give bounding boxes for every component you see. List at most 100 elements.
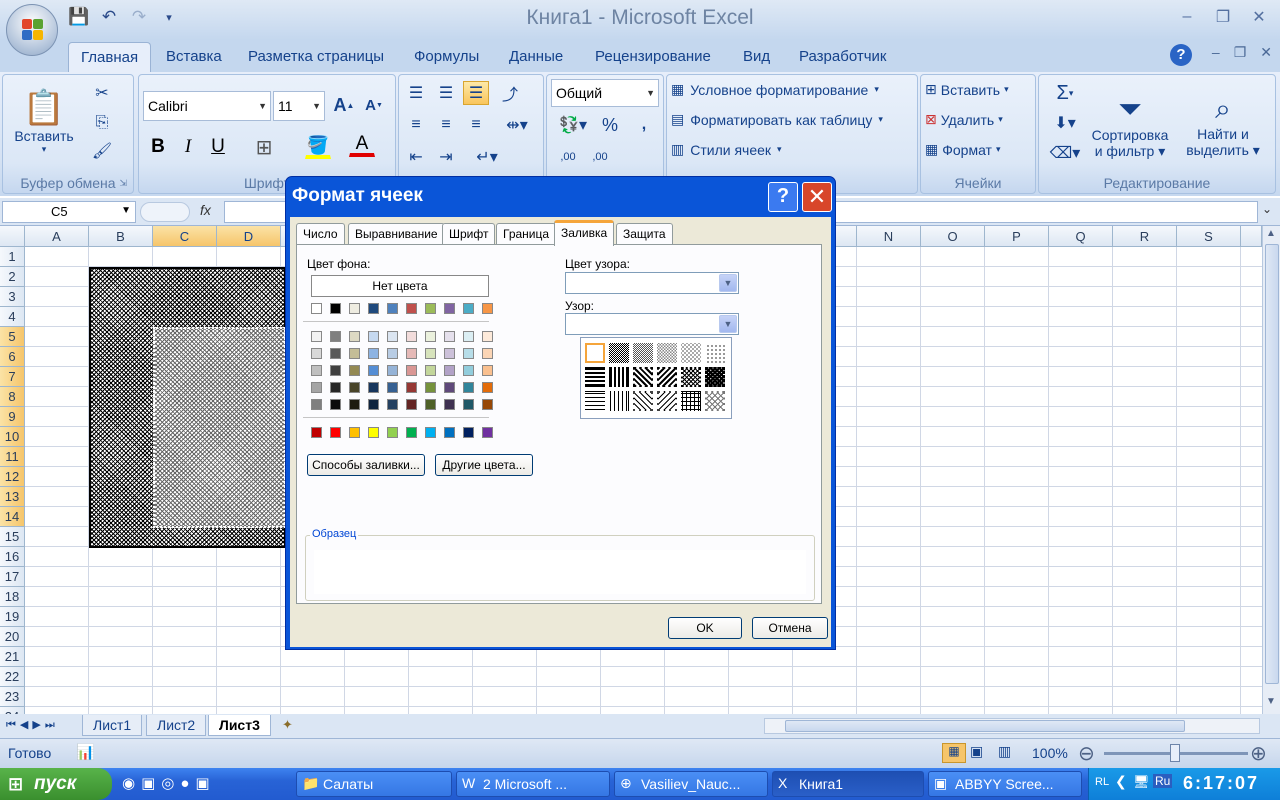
start-button[interactable]: ⊞ пуск: [0, 768, 112, 800]
dialog-tab-alignment[interactable]: Выравнивание: [348, 223, 445, 245]
color-swatch[interactable]: [425, 331, 436, 342]
col-header[interactable]: S: [1177, 226, 1241, 247]
dialog-tab-fill[interactable]: Заливка: [554, 220, 615, 246]
color-swatch[interactable]: [444, 399, 455, 410]
format-as-table-button[interactable]: ▤ Форматировать как таблицу ▾: [671, 111, 883, 128]
color-swatch[interactable]: [482, 365, 493, 376]
color-swatch[interactable]: [406, 348, 417, 359]
cancel-button[interactable]: Отмена: [752, 617, 828, 639]
color-swatch[interactable]: [444, 331, 455, 342]
align-right-icon[interactable]: ≡: [463, 113, 489, 137]
quick-launch-icons[interactable]: ◉▣◎●▣: [122, 774, 216, 792]
restore-icon[interactable]: ❐: [1210, 6, 1236, 28]
color-swatch[interactable]: [311, 365, 322, 376]
color-swatch[interactable]: [463, 382, 474, 393]
color-swatch[interactable]: [368, 382, 379, 393]
normal-view-icon[interactable]: ▦: [942, 743, 966, 763]
standard-color-swatch[interactable]: [444, 427, 455, 438]
color-swatch[interactable]: [463, 348, 474, 359]
color-swatch[interactable]: [349, 382, 360, 393]
redo-icon[interactable]: ↷: [126, 5, 152, 29]
tray-arrow-icon[interactable]: ❮: [1115, 773, 1127, 790]
color-swatch[interactable]: [330, 331, 341, 342]
scroll-thumb[interactable]: [1265, 244, 1279, 684]
shrink-font-icon[interactable]: A ▼: [361, 93, 387, 117]
pattern-50-gray[interactable]: [633, 343, 653, 363]
color-swatch[interactable]: [311, 399, 322, 410]
zoom-slider-thumb[interactable]: [1170, 744, 1180, 762]
color-swatch[interactable]: [406, 331, 417, 342]
undo-icon[interactable]: ↶: [96, 5, 122, 29]
col-header[interactable]: D: [217, 226, 281, 247]
row-header[interactable]: 2: [0, 267, 25, 287]
pattern-25-gray[interactable]: [657, 343, 677, 363]
row-header[interactable]: 14: [0, 507, 25, 527]
color-swatch[interactable]: [349, 303, 360, 314]
color-swatch[interactable]: [330, 303, 341, 314]
clear-icon[interactable]: ⌫▾: [1045, 141, 1085, 165]
scroll-down-icon[interactable]: ▼: [1266, 696, 1276, 707]
color-swatch[interactable]: [330, 382, 341, 393]
task-item[interactable]: W2 Microsoft ...: [456, 771, 610, 797]
row-header[interactable]: 15: [0, 527, 25, 547]
color-swatch[interactable]: [425, 382, 436, 393]
format-painter-icon[interactable]: 🖌: [89, 139, 115, 163]
color-swatch[interactable]: [330, 348, 341, 359]
row-header[interactable]: 6: [0, 347, 25, 367]
help-icon[interactable]: ?: [1170, 44, 1192, 66]
align-middle-icon[interactable]: ☰: [433, 81, 459, 105]
color-swatch[interactable]: [349, 399, 360, 410]
fill-effects-button[interactable]: Способы заливки...: [307, 454, 425, 476]
number-format-combo[interactable]: Общий ▼: [551, 79, 659, 107]
color-swatch[interactable]: [349, 331, 360, 342]
color-swatch[interactable]: [463, 399, 474, 410]
merge-center-icon[interactable]: ⇹▾: [497, 113, 537, 137]
zoom-in-icon[interactable]: ⊕: [1250, 741, 1267, 766]
tab-data[interactable]: Данные: [509, 48, 563, 65]
color-swatch[interactable]: [406, 382, 417, 393]
align-bottom-icon[interactable]: ☰: [463, 81, 489, 105]
color-swatch[interactable]: [368, 348, 379, 359]
pattern-rev-diag-thin[interactable]: [633, 391, 653, 411]
dialog-tab-protection[interactable]: Защита: [616, 223, 673, 245]
tab-formulas[interactable]: Формулы: [414, 48, 479, 65]
pattern-12-gray[interactable]: [681, 343, 701, 363]
standard-color-swatch[interactable]: [330, 427, 341, 438]
color-swatch[interactable]: [387, 399, 398, 410]
insert-function-button[interactable]: fx: [200, 202, 211, 218]
zoom-level[interactable]: 100%: [1032, 745, 1068, 761]
fill-color-icon[interactable]: 🪣: [305, 135, 331, 159]
dialog-help-icon[interactable]: ?: [768, 182, 798, 212]
page-break-view-icon[interactable]: ▥: [998, 743, 1011, 760]
select-all-corner[interactable]: [0, 226, 25, 247]
bold-button[interactable]: B: [145, 135, 171, 159]
wrap-text-icon[interactable]: ↵▾: [467, 145, 507, 169]
col-header[interactable]: B: [89, 226, 153, 247]
color-swatch[interactable]: [425, 303, 436, 314]
row-header[interactable]: 23: [0, 687, 25, 707]
row-header[interactable]: 21: [0, 647, 25, 667]
sheet-tab[interactable]: Лист2: [146, 715, 207, 736]
fill-down-icon[interactable]: ⬇▾: [1045, 111, 1085, 135]
align-top-icon[interactable]: ☰: [403, 81, 429, 105]
row-header[interactable]: 7: [0, 367, 25, 387]
color-swatch[interactable]: [349, 348, 360, 359]
tab-developer[interactable]: Разработчик: [799, 48, 886, 65]
find-select-button[interactable]: ⌕ Найти и выделить ▾: [1175, 81, 1271, 171]
tab-page-layout[interactable]: Разметка страницы: [248, 48, 384, 65]
insert-sheet-icon[interactable]: ✦: [282, 717, 293, 733]
align-left-icon[interactable]: ≡: [403, 113, 429, 137]
color-swatch[interactable]: [387, 365, 398, 376]
more-colors-button[interactable]: Другие цвета...: [435, 454, 533, 476]
pattern-horizontal-thick[interactable]: [585, 367, 605, 387]
save-icon[interactable]: 💾: [66, 5, 92, 29]
autosum-button[interactable]: Σ ▾: [1045, 81, 1085, 105]
color-swatch[interactable]: [482, 303, 493, 314]
scroll-up-icon[interactable]: ▲: [1266, 228, 1276, 239]
pattern-rev-diag-thick[interactable]: [633, 367, 653, 387]
task-item[interactable]: ⊕ Vasiliev_Nauc...: [614, 771, 768, 797]
color-swatch[interactable]: [311, 348, 322, 359]
pattern-diag-thin[interactable]: [657, 391, 677, 411]
conditional-formatting-button[interactable]: ▦ Условное форматирование ▾: [671, 81, 879, 98]
align-center-icon[interactable]: ≡: [433, 113, 459, 137]
